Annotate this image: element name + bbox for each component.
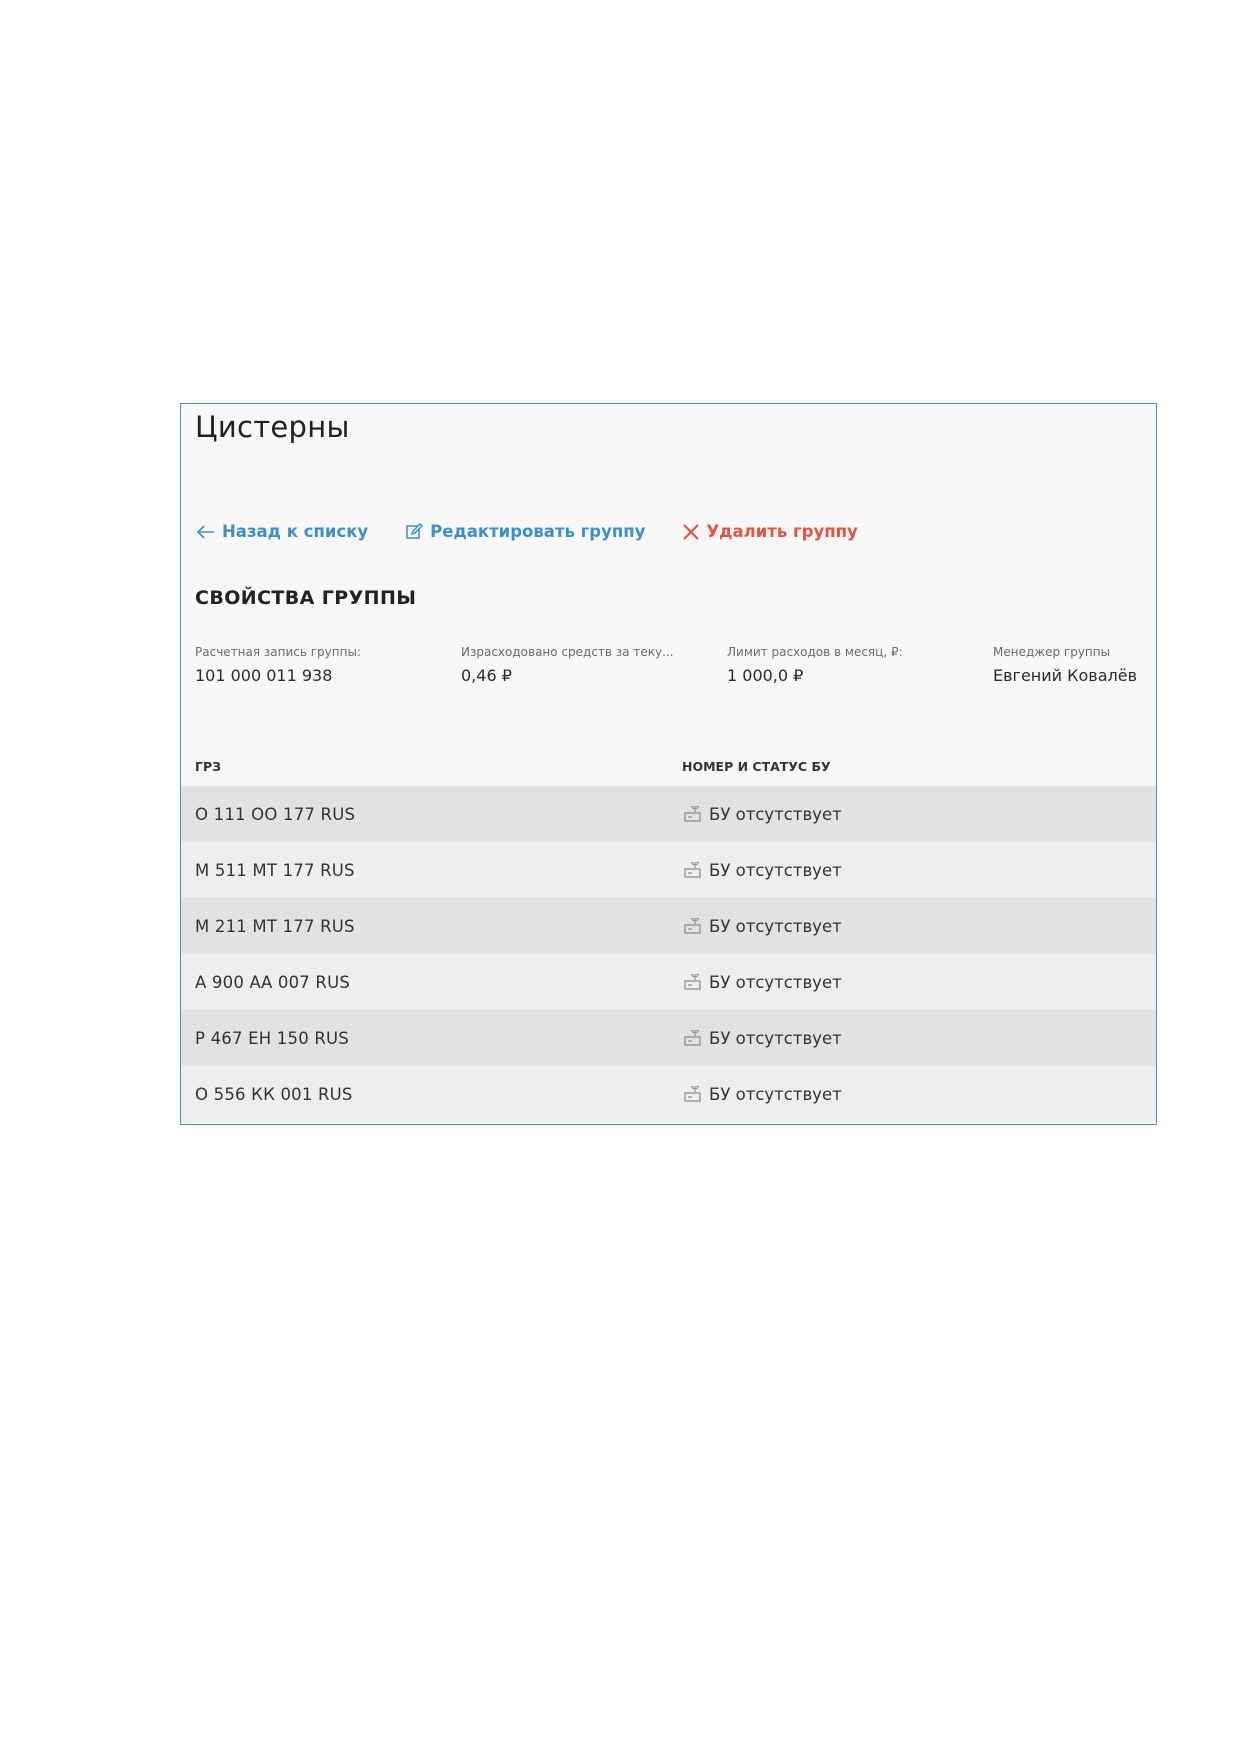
property-value: 1 000,0 ₽ — [727, 666, 804, 685]
status-cell: БУ отсутствует — [684, 1085, 842, 1104]
device-icon — [684, 862, 701, 878]
vehicle-table: О 111 ОО 177 RUS БУ отсутствует М 511 МТ… — [181, 786, 1156, 1122]
close-icon — [683, 523, 700, 540]
property-value: 0,46 ₽ — [461, 666, 512, 685]
property-value: Евгений Ковалёв — [993, 666, 1138, 685]
table-row[interactable]: М 511 МТ 177 RUS БУ отсутствует — [181, 842, 1156, 898]
edit-group-link[interactable]: Редактировать группу — [406, 522, 645, 541]
delete-group-link[interactable]: Удалить группу — [683, 522, 858, 541]
property-label: Израсходовано средств за теку... — [461, 645, 674, 659]
edit-group-label: Редактировать группу — [430, 522, 646, 541]
property-account: Расчетная запись группы: 101 000 011 938 — [195, 644, 461, 685]
column-header-plate[interactable]: ГРЗ — [195, 759, 221, 774]
status-text: БУ отсутствует — [709, 916, 842, 936]
status-text: БУ отсутствует — [709, 804, 842, 824]
action-bar: Назад к списку Редактировать группу Удал… — [197, 522, 858, 541]
status-cell: БУ отсутствует — [684, 805, 842, 824]
table-row[interactable]: А 900 АА 007 RUS БУ отсутствует — [181, 954, 1156, 1010]
device-icon — [684, 918, 701, 934]
status-text: БУ отсутствует — [709, 972, 842, 992]
plate-cell: О 556 КК 001 RUS — [195, 1084, 353, 1104]
group-properties: Расчетная запись группы: 101 000 011 938… — [195, 644, 1150, 685]
delete-group-label: Удалить группу — [706, 522, 858, 541]
column-header-status[interactable]: НОМЕР И СТАТУС БУ — [682, 759, 831, 774]
status-text: БУ отсутствует — [709, 860, 842, 880]
plate-cell: А 900 АА 007 RUS — [195, 972, 351, 992]
device-icon — [684, 1030, 701, 1046]
status-text: БУ отсутствует — [709, 1028, 842, 1048]
table-row[interactable]: М 211 МТ 177 RUS БУ отсутствует — [181, 898, 1156, 954]
device-icon — [684, 974, 701, 990]
device-icon — [684, 806, 701, 822]
status-cell: БУ отсутствует — [684, 917, 842, 936]
table-row[interactable]: О 111 ОО 177 RUS БУ отсутствует — [181, 786, 1156, 842]
table-row[interactable]: О 556 КК 001 RUS БУ отсутствует — [181, 1066, 1156, 1122]
property-label: Менеджер группы — [993, 645, 1111, 659]
back-to-list-link[interactable]: Назад к списку — [197, 522, 368, 541]
property-label: Лимит расходов в месяц, ₽: — [727, 645, 903, 659]
property-value: 101 000 011 938 — [195, 666, 333, 685]
plate-cell: М 211 МТ 177 RUS — [195, 916, 355, 936]
status-cell: БУ отсутствует — [684, 861, 842, 880]
device-icon — [684, 1086, 701, 1102]
property-spent: Израсходовано средств за теку... 0,46 ₽ — [461, 644, 727, 685]
table-row[interactable]: Р 467 ЕН 150 RUS БУ отсутствует — [181, 1010, 1156, 1066]
section-title: СВОЙСТВА ГРУППЫ — [195, 587, 417, 609]
status-text: БУ отсутствует — [709, 1084, 842, 1104]
group-panel: Цистерны Назад к списку Редактировать гр… — [180, 403, 1157, 1125]
page-title: Цистерны — [195, 410, 350, 444]
plate-cell: М 511 МТ 177 RUS — [195, 860, 355, 880]
plate-cell: Р 467 ЕН 150 RUS — [195, 1028, 349, 1048]
arrow-left-icon — [197, 524, 215, 539]
property-limit: Лимит расходов в месяц, ₽: 1 000,0 ₽ — [727, 644, 993, 685]
property-manager: Менеджер группы Евгений Ковалёв — [993, 644, 1150, 685]
edit-icon — [406, 523, 424, 540]
plate-cell: О 111 ОО 177 RUS — [195, 804, 356, 824]
table-header: ГРЗ НОМЕР И СТАТУС БУ — [181, 742, 1156, 790]
back-to-list-label: Назад к списку — [222, 522, 369, 541]
property-label: Расчетная запись группы: — [195, 645, 361, 659]
status-cell: БУ отсутствует — [684, 1029, 842, 1048]
status-cell: БУ отсутствует — [684, 973, 842, 992]
